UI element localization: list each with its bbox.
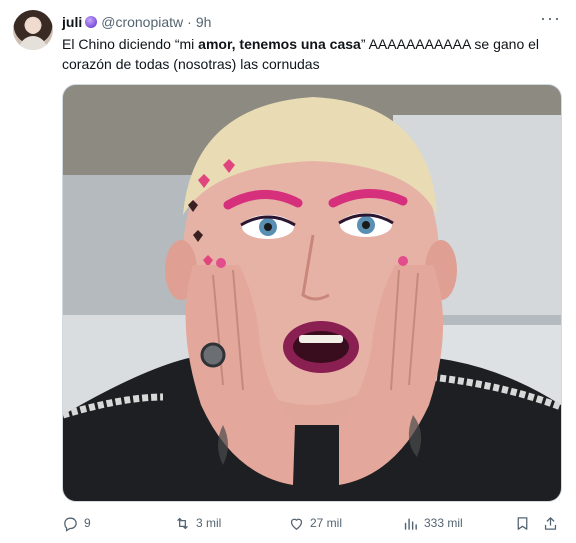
retweet-icon: [177, 517, 188, 529]
bookmark-button[interactable]: [514, 512, 531, 534]
views-icon: [404, 518, 417, 530]
reply-icon: [64, 517, 77, 532]
bookmark-icon: [517, 516, 528, 530]
views-count: 333 mil: [424, 516, 463, 530]
share-icon: [544, 516, 557, 530]
tweet-text: El Chino diciendo “mi amor, tenemos una …: [62, 34, 562, 74]
reply-count: 9: [84, 516, 91, 530]
tweet[interactable]: juli @cronopiatw · 9h ··· El Chino dicie…: [0, 0, 576, 543]
views-button[interactable]: 333 mil: [402, 512, 463, 534]
timestamp[interactable]: 9h: [196, 14, 212, 30]
retweet-count: 3 mil: [196, 516, 222, 530]
photo-illustration: [63, 85, 561, 501]
retweet-button[interactable]: 3 mil: [174, 512, 221, 534]
user-handle[interactable]: @cronopiatw: [101, 14, 183, 30]
more-icon[interactable]: ···: [540, 9, 560, 29]
like-count: 27 mil: [310, 516, 343, 530]
tweet-text-bold: amor, tenemos una casa: [198, 36, 361, 52]
tweet-media-image[interactable]: [62, 84, 562, 502]
tweet-header: juli @cronopiatw · 9h: [62, 12, 211, 32]
separator-dot: ·: [187, 14, 192, 30]
avatar-shoulders: [19, 36, 47, 50]
heart-icon: [290, 518, 303, 530]
like-button[interactable]: 27 mil: [288, 512, 342, 534]
reply-button[interactable]: 9: [62, 512, 91, 534]
avatar-face: [26, 18, 40, 34]
share-button[interactable]: [542, 512, 559, 534]
action-bar: 9 3 mil 27 mil 333 mil: [62, 512, 562, 534]
verified-badge-icon: [85, 16, 98, 28]
display-name[interactable]: juli: [62, 14, 82, 30]
tweet-text-part1: El Chino diciendo “mi: [62, 36, 199, 52]
avatar[interactable]: [13, 10, 53, 50]
